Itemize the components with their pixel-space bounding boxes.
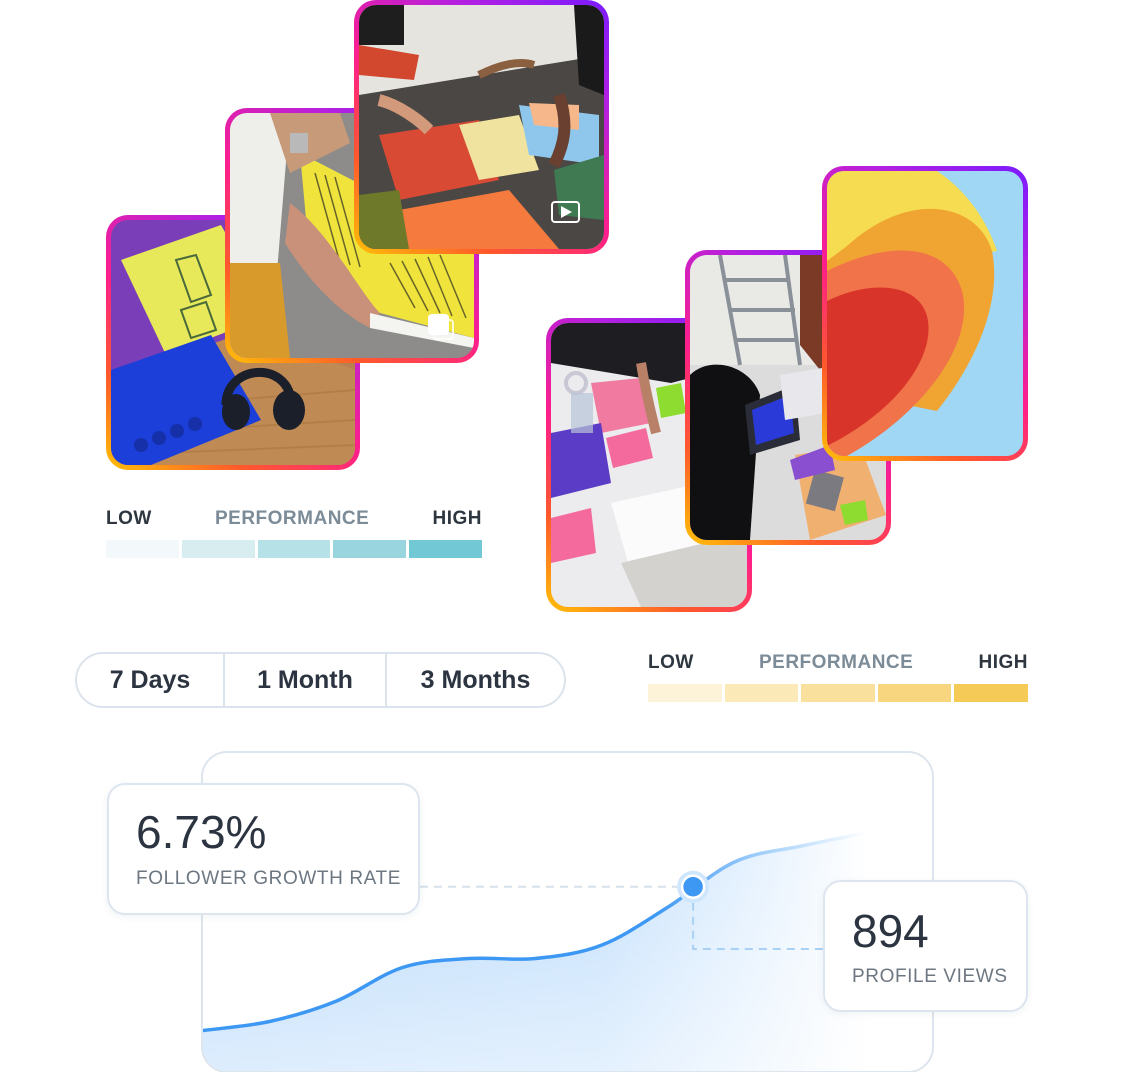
legend-title: PERFORMANCE	[214, 508, 370, 529]
period-option-1-month[interactable]: 1 Month	[223, 654, 385, 706]
chart-point	[467, 957, 471, 961]
legend-segment	[333, 540, 407, 558]
stat-value: 894	[852, 905, 929, 957]
stat-card-follower-growth: 6.73% FOLLOWER GROWTH RATE	[107, 783, 420, 915]
stat-value: 6.73%	[136, 806, 267, 858]
legend-segment	[877, 684, 952, 702]
post-card-swatches[interactable]	[354, 0, 609, 254]
legend-segment	[648, 684, 722, 702]
legend-segment	[954, 684, 1028, 702]
chart-point	[800, 844, 804, 848]
stat-card-profile-views: 894 PROFILE VIEWS	[823, 880, 1028, 1012]
legend-segment	[409, 540, 482, 558]
performance-legend-yellow: LOW PERFORMANCE HIGH	[648, 652, 1028, 702]
legend-low-label: LOW	[106, 508, 152, 529]
legend-segment	[106, 540, 179, 558]
performance-legend-teal: LOW PERFORMANCE HIGH	[106, 508, 482, 558]
chart-point	[600, 943, 604, 947]
legend-segment	[724, 684, 799, 702]
legend-high-label: HIGH	[978, 652, 1028, 673]
chart-point	[866, 831, 870, 835]
post-image	[359, 5, 604, 249]
period-option-7-days[interactable]: 7 Days	[77, 654, 223, 706]
period-option-3-months[interactable]: 3 Months	[385, 654, 564, 706]
chart-point	[733, 860, 737, 864]
legend-segment	[181, 540, 255, 558]
legend-segment	[257, 540, 331, 558]
legend-low-label: LOW	[648, 652, 694, 673]
chart-point	[534, 957, 538, 961]
chart-point	[401, 966, 405, 970]
legend-segment	[801, 684, 875, 702]
legend-scale	[648, 684, 1028, 702]
post-card-curled-paper[interactable]	[822, 166, 1028, 461]
chart-point	[268, 1020, 272, 1024]
stat-label: PROFILE VIEWS	[852, 966, 1008, 987]
video-play-icon	[551, 201, 580, 223]
legend-scale	[106, 540, 482, 558]
carousel-icon	[428, 314, 454, 340]
chart-point	[334, 999, 338, 1003]
legend-high-label: HIGH	[432, 508, 482, 529]
post-image	[827, 171, 1023, 456]
stat-label: FOLLOWER GROWTH RATE	[136, 868, 401, 889]
legend-title: PERFORMANCE	[758, 652, 914, 673]
chart-point	[667, 905, 671, 909]
period-toggle: 7 Days 1 Month 3 Months	[75, 652, 566, 708]
